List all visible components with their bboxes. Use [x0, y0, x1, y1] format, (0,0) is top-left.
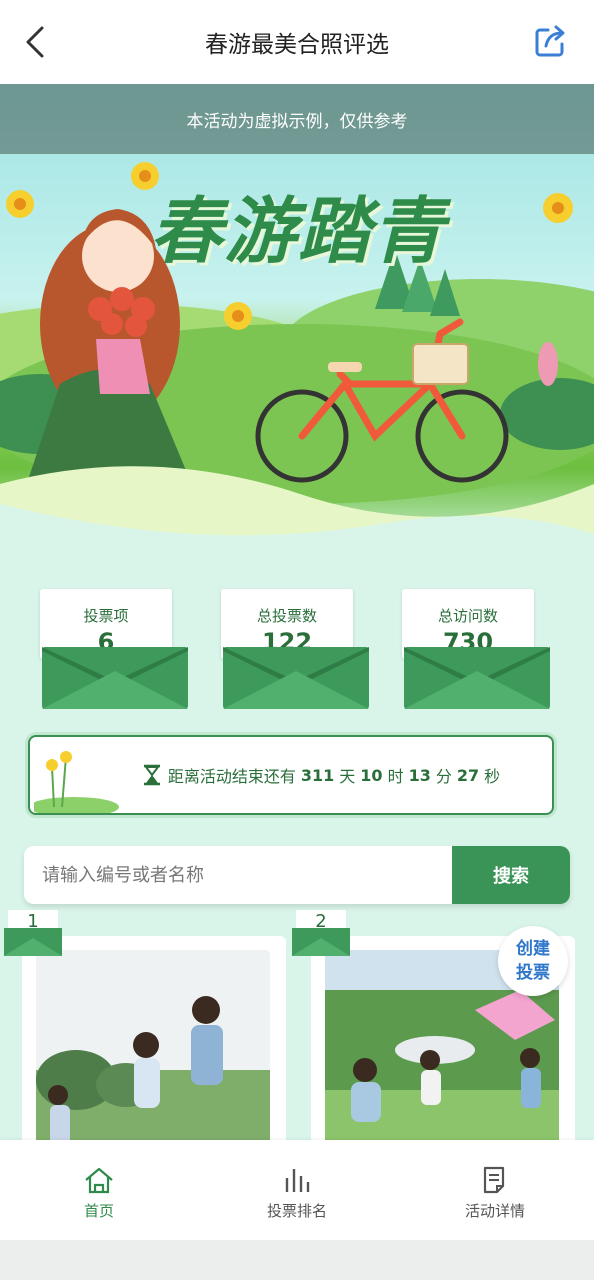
countdown-days-unit: 天	[339, 767, 356, 786]
search-bar: 搜索	[24, 846, 570, 904]
back-arrow-icon[interactable]	[18, 22, 54, 62]
stat-vote-items: 投票项 6	[30, 585, 188, 709]
envelope-icon	[223, 647, 369, 709]
countdown-minutes: 13	[408, 765, 431, 785]
banner-notice: 本活动为虚拟示例，仅供参考	[0, 84, 594, 154]
countdown-seconds-unit: 秒	[484, 767, 501, 786]
bar-chart-icon	[285, 1169, 310, 1192]
create-vote-button[interactable]: 创建 投票	[498, 926, 568, 996]
share-icon[interactable]	[534, 24, 568, 58]
nav-label: 首页	[83, 1202, 114, 1220]
countdown-prefix: 距离活动结束还有	[167, 767, 296, 786]
entry-number-badge: 2	[292, 910, 350, 956]
entry-card[interactable]	[22, 936, 286, 1146]
entry-number: 1	[27, 911, 39, 932]
entry-number-badge: 1	[4, 910, 62, 956]
page-title: 春游最美合照评选	[205, 32, 389, 58]
system-bar-area	[0, 1240, 594, 1280]
banner-illustration	[0, 162, 594, 564]
document-icon	[483, 1166, 505, 1194]
stat-label: 总访问数	[437, 607, 498, 625]
countdown-hours: 10	[360, 765, 383, 785]
stat-total-votes: 总投票数 122	[211, 585, 369, 709]
nav-item-details[interactable]: 活动详情	[396, 1140, 594, 1240]
search-button[interactable]: 搜索	[452, 846, 570, 904]
nav-label: 活动详情	[464, 1202, 525, 1220]
hourglass-icon	[143, 764, 160, 786]
nav-item-ranking[interactable]: 投票排名	[198, 1140, 396, 1240]
stat-label: 投票项	[83, 607, 129, 625]
nav-item-home[interactable]: 首页	[0, 1140, 198, 1240]
search-input[interactable]	[24, 846, 452, 904]
stat-total-visits: 总访问数 730	[392, 585, 550, 709]
stats-section: 投票项 6 总投票数 122 总访问数 730	[30, 585, 564, 715]
entry-number: 2	[315, 911, 327, 932]
countdown-text: 距离活动结束还有 311 天 10 时 13 分 27 秒	[142, 763, 500, 787]
flower-decoration-icon	[34, 751, 119, 813]
countdown-days: 311	[300, 765, 335, 785]
banner-title: 春游踏青	[150, 188, 447, 273]
home-icon	[85, 1167, 113, 1194]
countdown-panel: 距离活动结束还有 311 天 10 时 13 分 27 秒	[28, 735, 554, 815]
countdown-hours-unit: 时	[387, 767, 404, 786]
nav-label: 投票排名	[266, 1202, 327, 1220]
create-vote-line1: 创建	[516, 939, 550, 959]
top-bar: 春游最美合照评选	[0, 0, 594, 84]
countdown-minutes-unit: 分	[435, 767, 452, 786]
countdown-seconds: 27	[456, 765, 480, 785]
bottom-nav: 首页 投票排名 活动详情	[0, 1140, 594, 1240]
create-vote-line2: 投票	[516, 963, 550, 983]
spring-banner: 本活动为虚拟示例，仅供参考 春游踏青	[0, 84, 594, 564]
envelope-icon	[404, 647, 550, 709]
entry-photo	[36, 950, 270, 1146]
stat-label: 总投票数	[256, 607, 317, 625]
envelope-icon	[42, 647, 188, 709]
